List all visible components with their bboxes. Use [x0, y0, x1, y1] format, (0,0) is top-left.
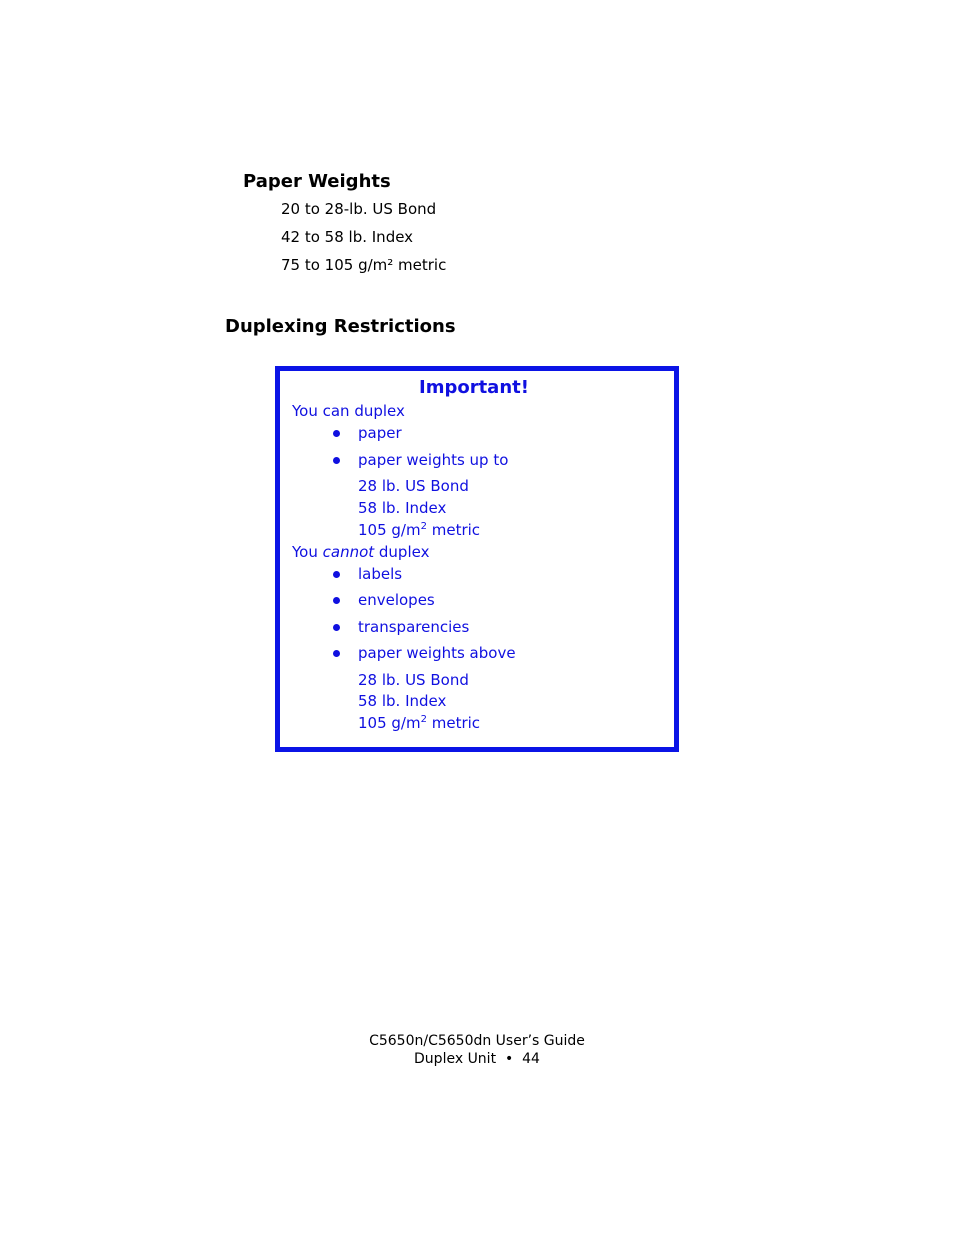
can-duplex-item: paper [358, 424, 402, 442]
can-duplex-intro: You can duplex [292, 402, 405, 420]
limit-text: metric [426, 714, 481, 732]
bullet-icon [333, 571, 340, 578]
bullet-icon [333, 430, 340, 437]
footer-page-info: Duplex Unit • 44 [0, 1051, 954, 1067]
cannot-limit-bond: 28 lb. US Bond [358, 671, 469, 689]
can-limit-bond: 28 lb. US Bond [358, 477, 469, 495]
cannot-limit-index: 58 lb. Index [358, 692, 447, 710]
can-limit-metric: 105 g/m2 metric [358, 521, 480, 539]
paper-weight-item: 20 to 28-lb. US Bond [281, 200, 437, 218]
cannot-duplex-item: transparencies [358, 618, 470, 636]
footer-section: Duplex Unit [414, 1051, 497, 1067]
limit-text: 105 g/m [358, 521, 421, 539]
cannot-duplex-item: envelopes [358, 591, 435, 609]
bullet-icon [333, 597, 340, 604]
limit-text: 105 g/m [358, 714, 421, 732]
bullet-icon [333, 650, 340, 657]
emphasis-cannot: cannot [322, 543, 375, 561]
intro-text: duplex [374, 543, 430, 561]
cannot-duplex-item: paper weights above [358, 644, 516, 662]
bullet-icon [333, 457, 340, 464]
important-title: Important! [419, 377, 529, 398]
section-heading-paper-weights: Paper Weights [243, 171, 391, 192]
page-number: 44 [522, 1051, 540, 1067]
paper-weight-item: 75 to 105 g/m² metric [281, 256, 447, 274]
paper-weight-item: 42 to 58 lb. Index [281, 228, 414, 246]
cannot-duplex-intro: You cannot duplex [292, 543, 429, 561]
can-duplex-item: paper weights up to [358, 451, 509, 469]
limit-text: metric [426, 521, 481, 539]
section-heading-duplexing-restrictions: Duplexing Restrictions [225, 316, 456, 337]
intro-text: You [292, 543, 323, 561]
bullet-icon [333, 624, 340, 631]
footer-separator: • [504, 1051, 514, 1067]
important-notice-box: Important! You can duplex paper paper we… [275, 366, 679, 752]
cannot-limit-metric: 105 g/m2 metric [358, 714, 480, 732]
cannot-duplex-item: labels [358, 565, 403, 583]
footer-guide-title: C5650n/C5650dn User’s Guide [369, 1033, 585, 1049]
can-limit-index: 58 lb. Index [358, 499, 447, 517]
